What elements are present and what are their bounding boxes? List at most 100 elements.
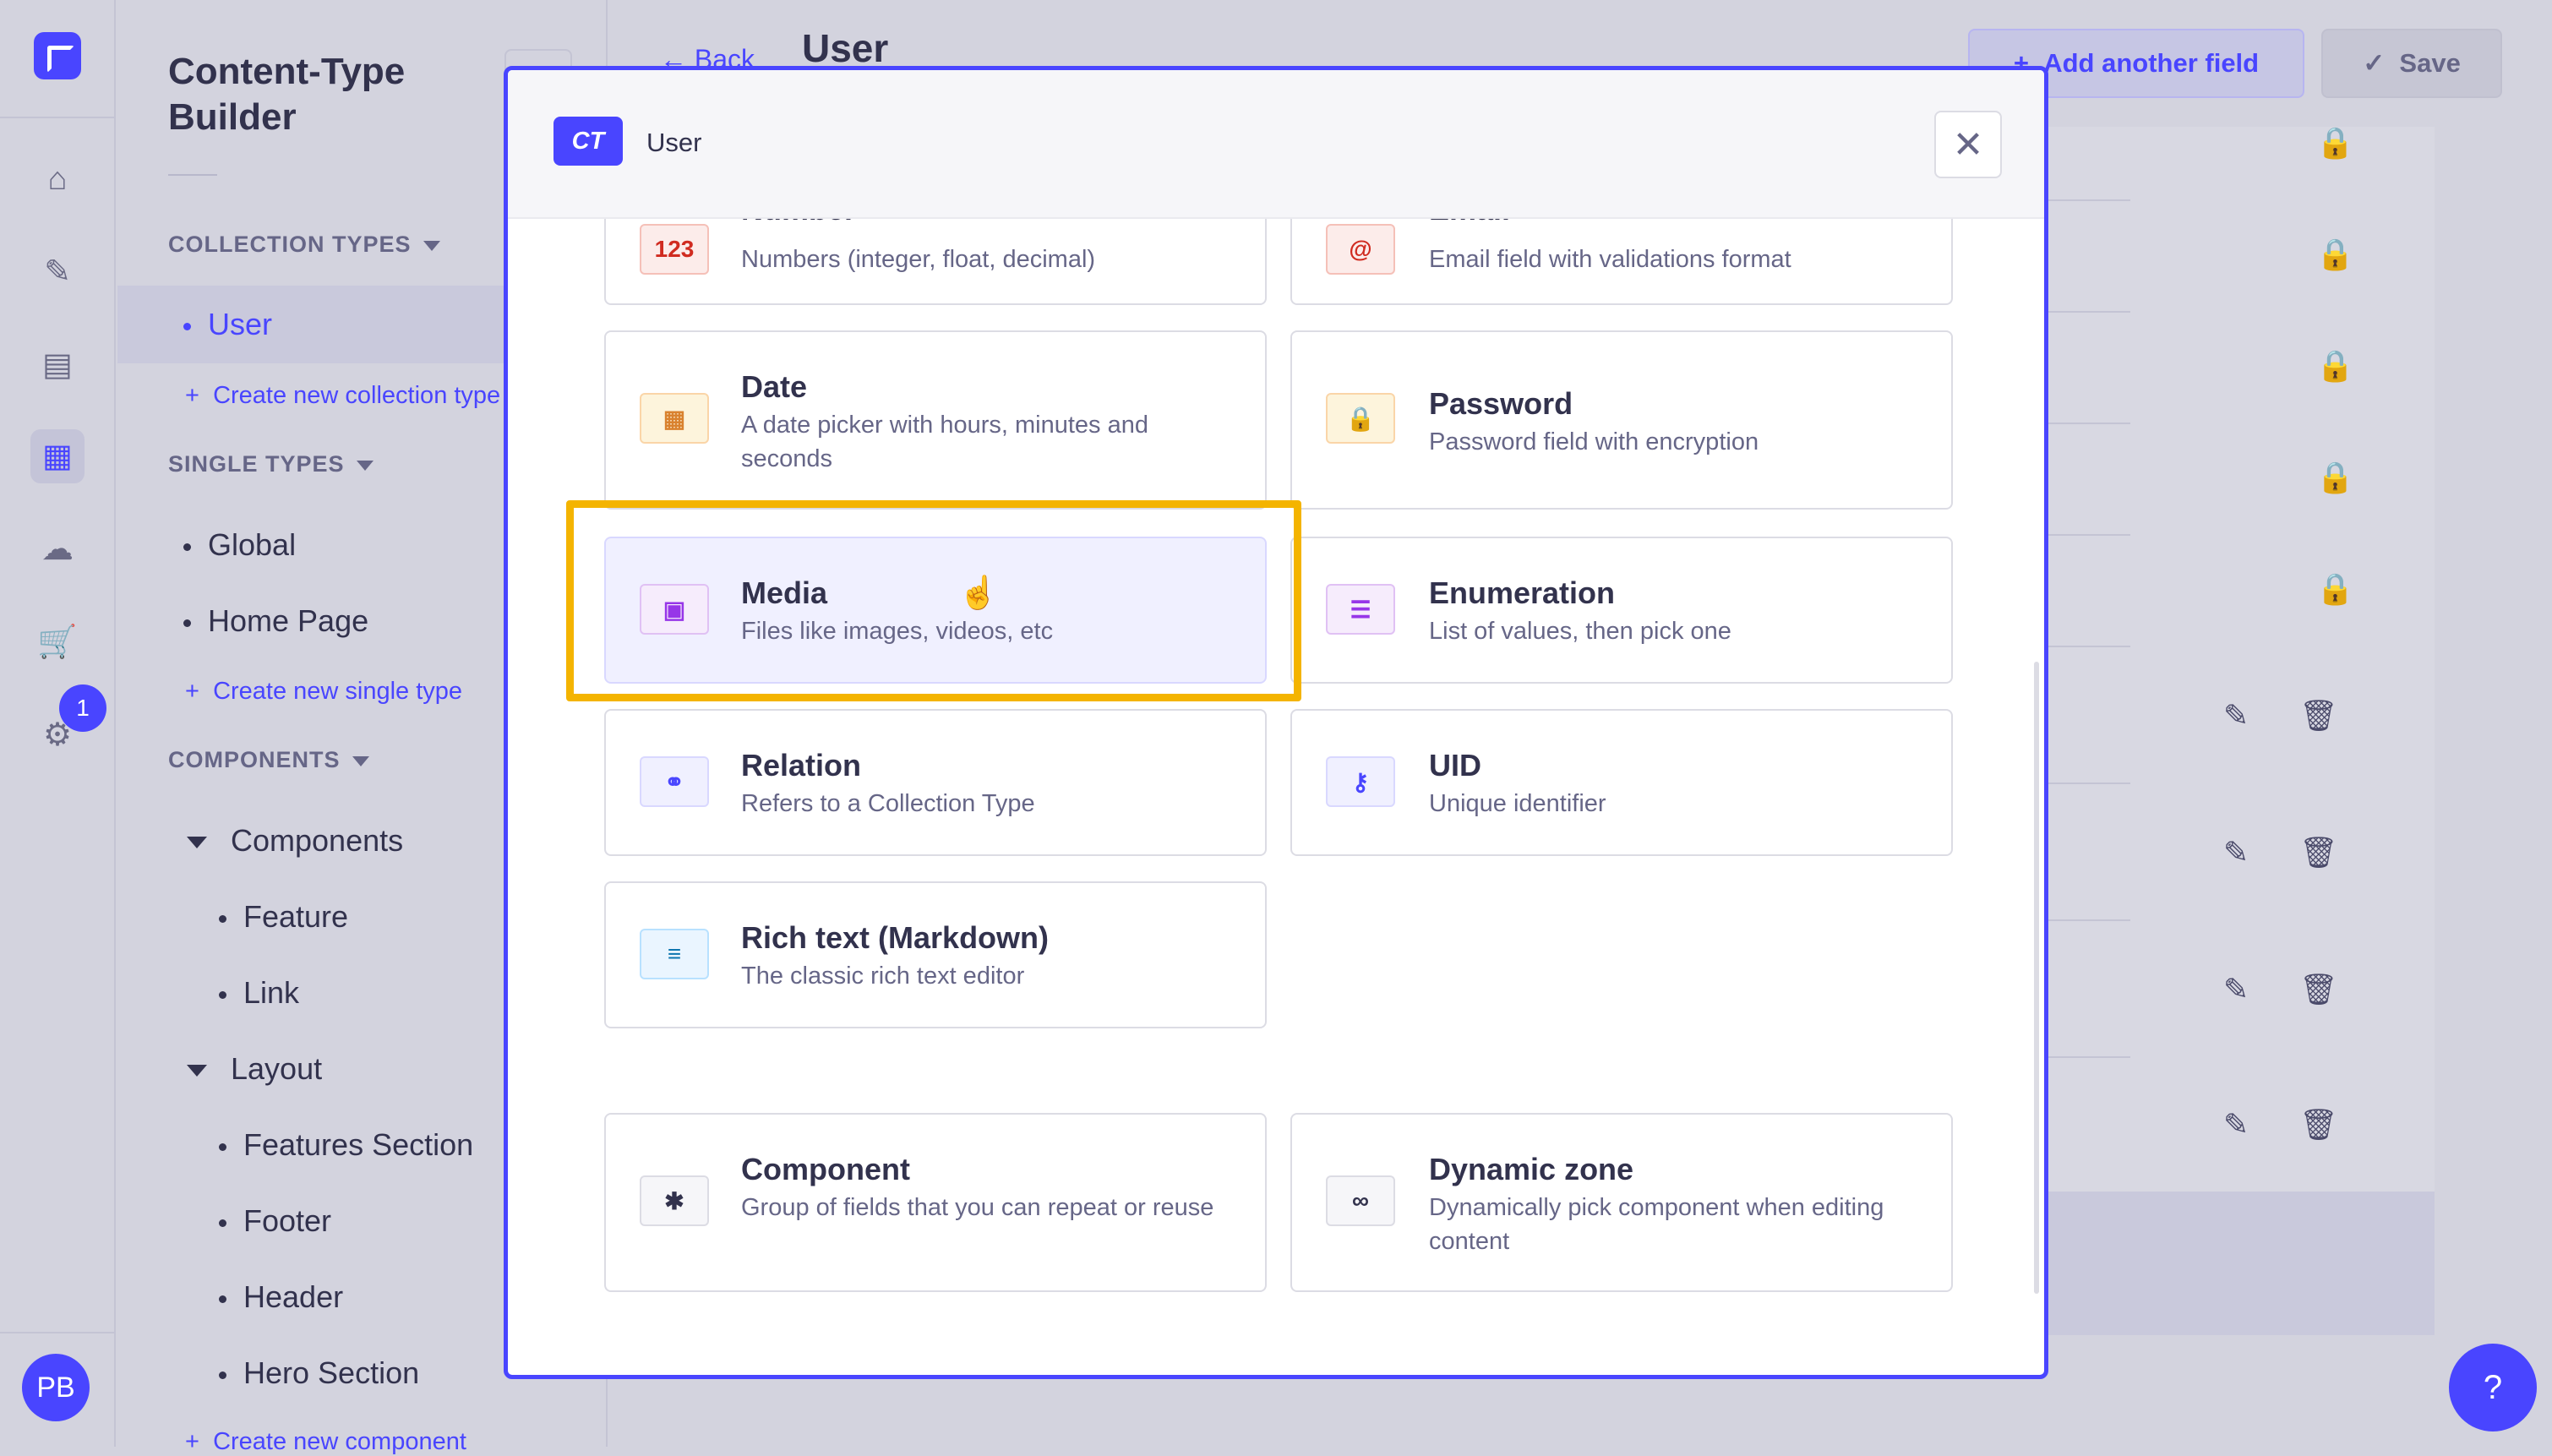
field-type-description: Unique identifier [1429, 790, 1606, 817]
page-title: User [802, 26, 889, 70]
field-type-description: List of values, then pick one [1429, 618, 1731, 645]
sidebar-item-label: Home Page [208, 603, 369, 638]
section-single-types[interactable]: SINGLE TYPES [168, 451, 374, 477]
scrollbar[interactable] [2034, 662, 2039, 1294]
sidebar-item-label: Hero Section [243, 1355, 420, 1390]
field-type-title: Password [1429, 386, 1573, 421]
field-type-dynamic-zone[interactable]: ∞ Dynamic zone Dynamically pick componen… [1290, 1113, 1953, 1292]
caret-down-icon [423, 240, 440, 251]
lock-icon: 🔒 [2316, 237, 2354, 271]
field-type-date[interactable]: ▦ Date A date picker with hours, minutes… [604, 330, 1267, 510]
main-nav-rail: ⌂ ✎ ▤ ▦ ☁ 🛒 ⚙ 1 PB [0, 0, 116, 1447]
sidebar-item-label: Header [243, 1279, 344, 1314]
trash-icon[interactable]: 🗑 [2299, 835, 2338, 870]
key-icon: ⚷ [1326, 756, 1395, 807]
field-type-description: A date picker with hours, minutes and se… [741, 412, 1148, 472]
field-type-relation[interactable]: ⚭ Relation Refers to a Collection Type [604, 709, 1267, 856]
help-button[interactable]: ? [2449, 1344, 2537, 1431]
create-collection-type-link[interactable]: + Create new collection type [185, 382, 500, 410]
email-icon: @ [1326, 224, 1395, 275]
section-label: SINGLE TYPES [168, 451, 345, 477]
field-type-password[interactable]: 🔒 Password Password field with encryptio… [1290, 330, 1953, 510]
sidebar-item-label: Feature [243, 899, 349, 934]
link-label: Create new single type [213, 678, 463, 705]
save-button[interactable]: ✓ Save [2321, 29, 2502, 98]
bullet-icon [183, 543, 191, 551]
list-icon: ☰ [1326, 584, 1395, 635]
question-icon: ? [2483, 1368, 2503, 1406]
close-button[interactable]: ✕ [1934, 111, 2002, 178]
field-type-component[interactable]: ✱ Component Group of fields that you can… [604, 1113, 1267, 1292]
sidebar-item-features-section[interactable]: Features Section [219, 1127, 473, 1163]
link-icon: ⚭ [640, 756, 709, 807]
sidebar-item-footer[interactable]: Footer [219, 1203, 331, 1239]
plus-icon: + [185, 382, 199, 409]
lock-icon: 🔒 [1326, 393, 1395, 444]
caret-down-icon [356, 460, 374, 471]
section-components[interactable]: COMPONENTS [168, 747, 369, 773]
component-group-components[interactable]: Components [187, 823, 403, 859]
modal-header: CT User ✕ [508, 70, 2044, 219]
field-type-description: Refers to a Collection Type [741, 790, 1035, 817]
field-type-enumeration[interactable]: ☰ Enumeration List of values, then pick … [1290, 537, 1953, 684]
section-label: COMPONENTS [168, 747, 341, 772]
avatar[interactable]: PB [22, 1354, 90, 1421]
field-type-description: Group of fields that you can repeat or r… [741, 1194, 1214, 1221]
caret-down-icon [352, 755, 369, 766]
caret-down-icon [187, 1065, 207, 1077]
create-single-type-link[interactable]: + Create new single type [185, 678, 462, 706]
home-icon[interactable]: ⌂ [30, 152, 85, 206]
field-type-title: Enumeration [1429, 575, 1616, 610]
field-type-title: UID [1429, 748, 1481, 783]
feather-icon[interactable]: ✎ [30, 245, 85, 299]
sidebar-title: Content-Type Builder [168, 51, 406, 138]
close-icon: ✕ [1952, 123, 1984, 166]
trash-icon[interactable]: 🗑 [2299, 1107, 2338, 1142]
field-type-uid[interactable]: ⚷ UID Unique identifier [1290, 709, 1953, 856]
bullet-icon [183, 619, 191, 627]
cloud-icon[interactable]: ☁ [30, 522, 85, 576]
number-icon: 123 [640, 224, 709, 275]
field-type-title: Component [741, 1152, 910, 1186]
divider [0, 117, 116, 118]
sidebar-item-hero-section[interactable]: Hero Section [219, 1355, 419, 1391]
calendar-icon: ▦ [640, 393, 709, 444]
divider [168, 174, 217, 176]
pencil-icon[interactable]: ✎ [2223, 972, 2249, 1007]
sidebar-item-feature[interactable]: Feature [219, 899, 348, 935]
notification-badge: 1 [59, 684, 106, 732]
sidebar-item-user[interactable]: User [183, 307, 272, 342]
pencil-icon[interactable]: ✎ [2223, 835, 2249, 870]
sidebar-item-label: Features Section [243, 1127, 474, 1162]
sidebar-item-label: User [208, 307, 273, 341]
section-collection-types[interactable]: COLLECTION TYPES [168, 232, 440, 258]
field-type-title: Date [741, 369, 808, 404]
sidebar-item-home-page[interactable]: Home Page [183, 603, 368, 639]
plus-icon: + [185, 678, 199, 705]
sidebar-item-global[interactable]: Global [183, 527, 296, 563]
group-label: Layout [231, 1051, 323, 1086]
field-type-description: The classic rich text editor [741, 962, 1025, 990]
cart-icon[interactable]: 🛒 [30, 615, 85, 669]
pencil-icon[interactable]: ✎ [2223, 698, 2249, 733]
field-type-rich-text[interactable]: ≡ Rich text (Markdown) The classic rich … [604, 881, 1267, 1028]
pencil-icon[interactable]: ✎ [2223, 1107, 2249, 1142]
trash-icon[interactable]: 🗑 [2299, 972, 2338, 1007]
sidebar-item-label: Global [208, 527, 297, 562]
media-library-icon[interactable]: ▤ [30, 338, 85, 392]
link-label: Create new component [213, 1428, 466, 1455]
content-type-builder-icon[interactable]: ▦ [30, 429, 85, 483]
sidebar-item-link[interactable]: Link [219, 975, 299, 1011]
check-icon: ✓ [2363, 48, 2386, 78]
sidebar-item-label: Link [243, 975, 300, 1010]
field-type-description: Password field with encryption [1429, 428, 1759, 455]
field-type-title: Dynamic zone [1429, 1152, 1634, 1186]
create-component-link[interactable]: + Create new component [185, 1428, 466, 1456]
trash-icon[interactable]: 🗑 [2299, 698, 2338, 733]
section-label: COLLECTION TYPES [168, 232, 412, 257]
component-group-layout[interactable]: Layout [187, 1051, 322, 1087]
sidebar-item-header[interactable]: Header [219, 1279, 343, 1315]
logo-icon[interactable] [34, 32, 81, 79]
bullet-icon [183, 322, 191, 330]
lock-icon: 🔒 [2316, 125, 2354, 160]
